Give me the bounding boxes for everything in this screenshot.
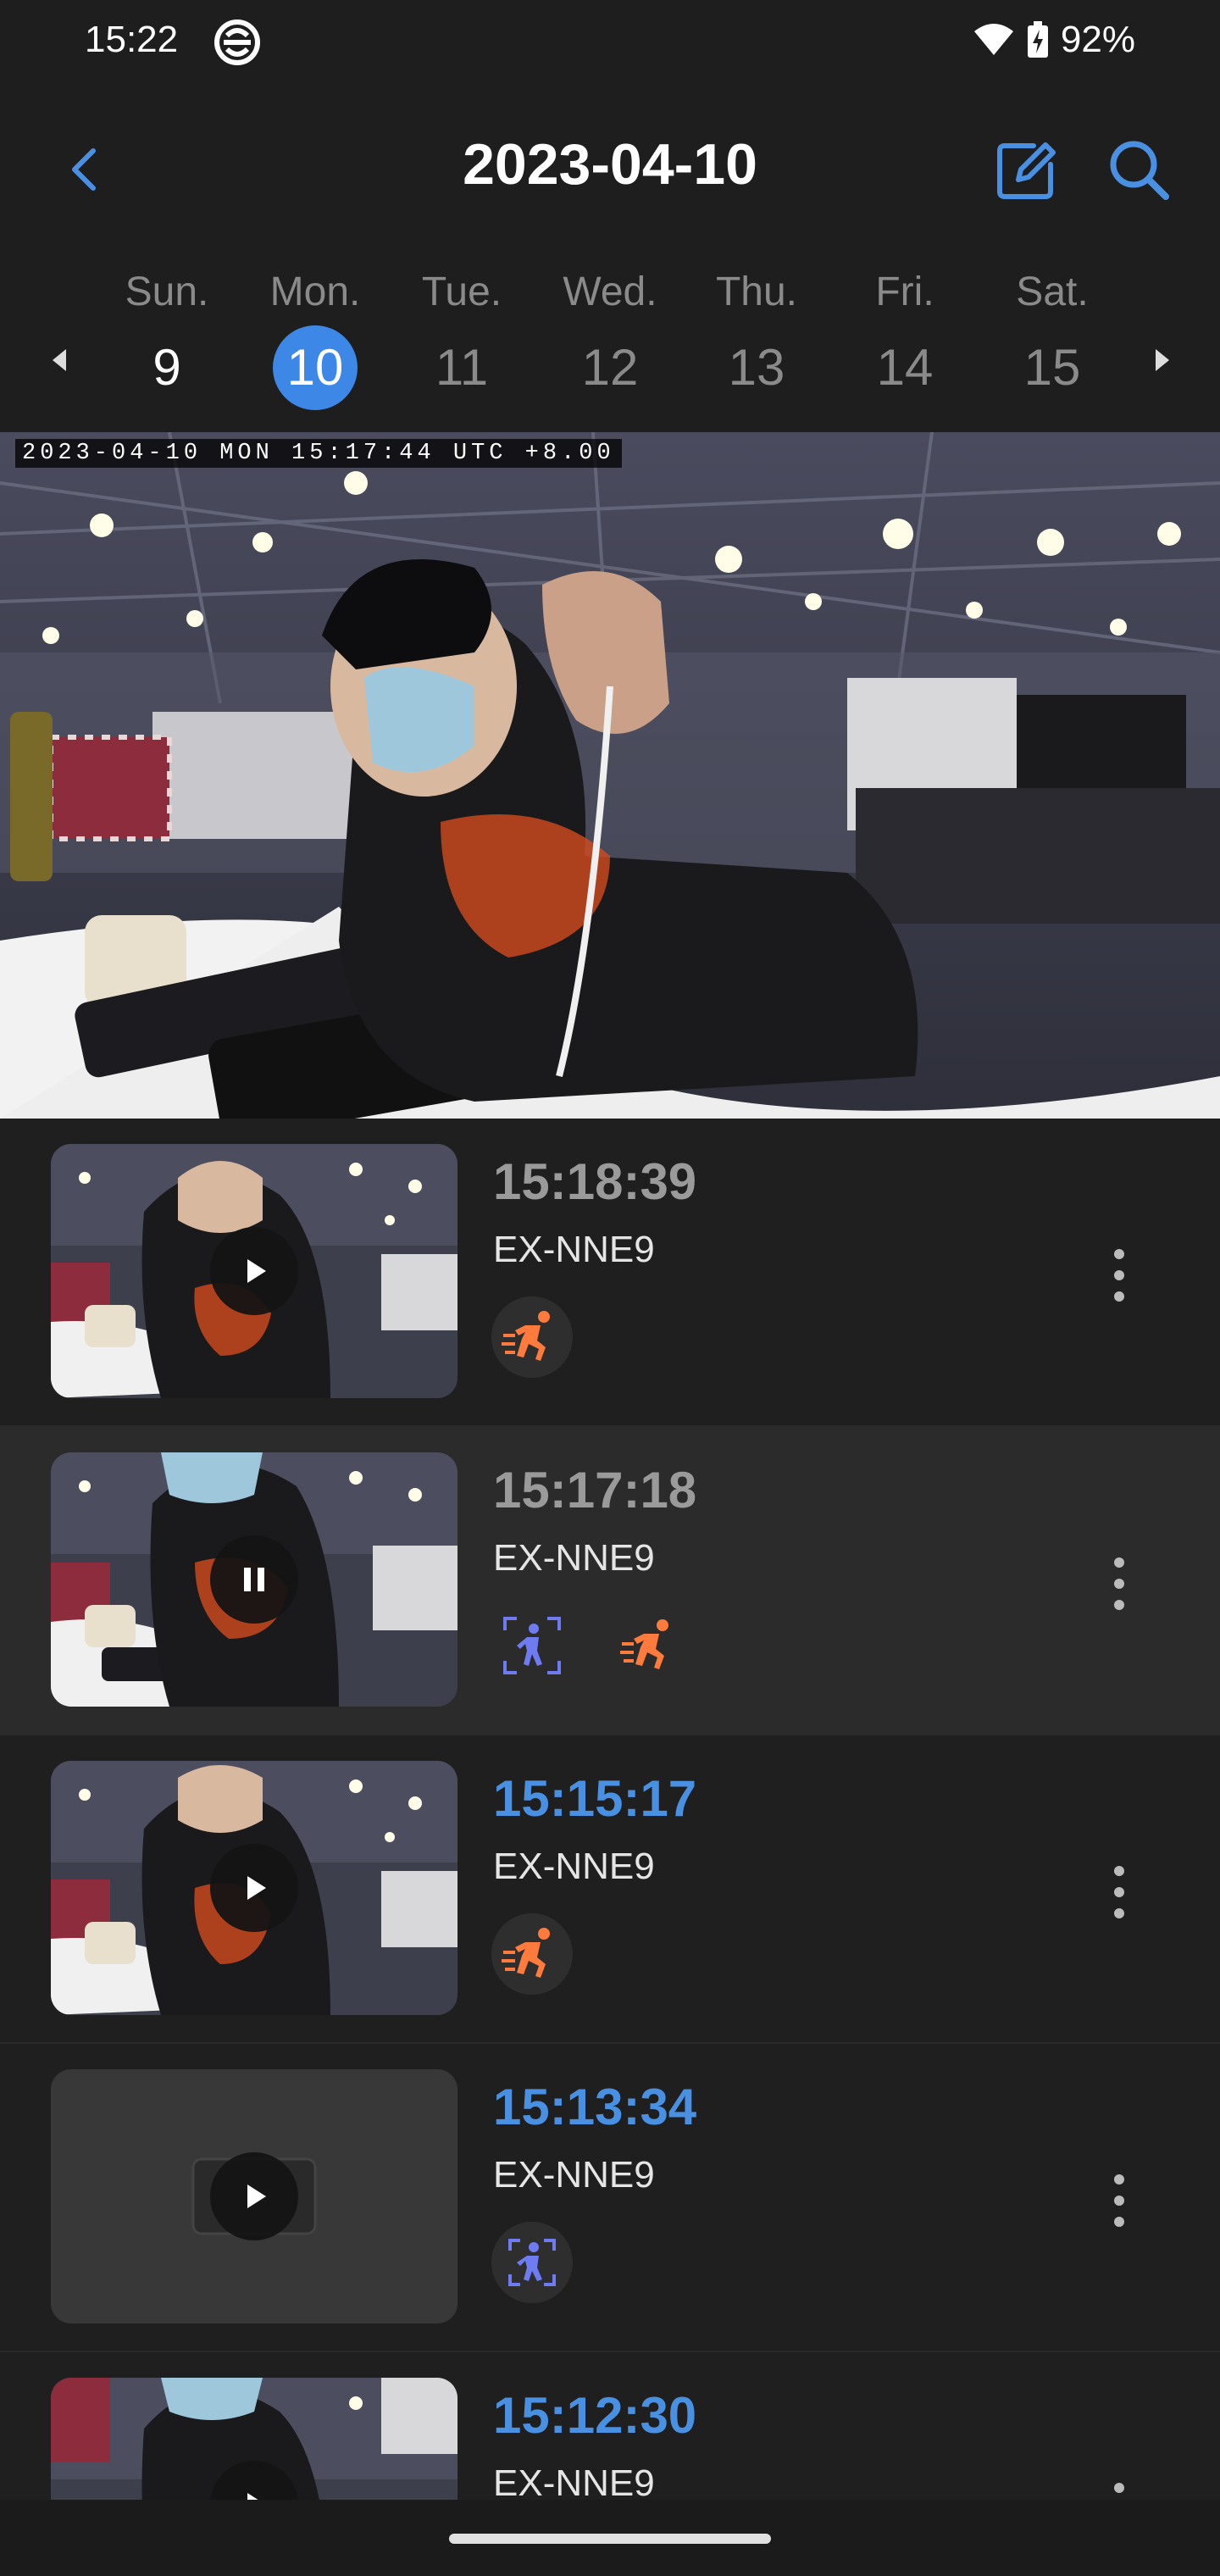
more-options-icon[interactable]: [1098, 1863, 1140, 1922]
event-time: 15:12:30: [493, 2387, 697, 2444]
event-time: 15:15:17: [493, 1770, 697, 1827]
event-device-name: EX-NNE9: [493, 1229, 655, 1270]
more-options-icon[interactable]: [1098, 2479, 1140, 2500]
event-thumbnail[interactable]: [51, 1144, 458, 1398]
human-detect-icon: [503, 1617, 561, 1674]
video-player[interactable]: 2023-04-10 MON 15:17:44 UTC +8.00: [0, 432, 1220, 1119]
day-number: 9: [152, 339, 181, 396]
event-thumbnail-placeholder[interactable]: [51, 2069, 458, 2323]
event-item[interactable]: 15:15:17 EX-NNE9: [0, 1735, 1220, 2044]
play-icon[interactable]: [210, 1844, 298, 1932]
more-options-icon[interactable]: [1098, 1246, 1140, 1305]
day-mon[interactable]: Mon. 10: [252, 263, 379, 410]
day-name: Sun.: [125, 269, 209, 314]
next-week-icon[interactable]: [1156, 349, 1169, 371]
day-number: 11: [435, 339, 489, 396]
more-options-icon[interactable]: [1098, 2171, 1140, 2230]
event-device-name: EX-NNE9: [493, 2462, 655, 2500]
day-name: Thu.: [715, 269, 798, 314]
battery-level: 92%: [1060, 19, 1135, 60]
play-icon[interactable]: [210, 2152, 298, 2240]
day-number: 15: [1023, 339, 1081, 396]
day-thu[interactable]: Thu. 13: [693, 263, 820, 410]
status-bar: 15:22 92%: [0, 0, 1220, 85]
home-gesture-handle[interactable]: [449, 2534, 771, 2544]
system-navigation-bar: [0, 2500, 1220, 2576]
pause-icon[interactable]: [210, 1535, 298, 1624]
event-device-name: EX-NNE9: [493, 1846, 655, 1887]
day-name: Tue.: [421, 269, 502, 314]
camera-feed-image: [0, 432, 1220, 1119]
top-app-bar: 2023-04-10: [0, 85, 1220, 254]
day-fri[interactable]: Fri. 14: [841, 263, 968, 410]
day-name: Fri.: [875, 269, 934, 314]
event-item[interactable]: 15:12:30 EX-NNE9: [0, 2352, 1220, 2500]
day-tue[interactable]: Tue. 11: [398, 263, 525, 410]
play-icon[interactable]: [210, 1227, 298, 1315]
day-sat[interactable]: Sat. 15: [989, 263, 1116, 410]
event-thumbnail[interactable]: [51, 1761, 458, 2015]
motion-icon: [491, 1296, 573, 1378]
day-name: Sat.: [1016, 269, 1089, 314]
day-wed[interactable]: Wed. 12: [546, 263, 674, 410]
battery-charging-icon: [1027, 21, 1048, 58]
week-selector: Sun. 9 Mon. 10 Tue. 11 Wed. 12 Thu. 13 F…: [0, 254, 1220, 432]
day-number: 14: [876, 339, 934, 396]
event-time: 15:13:34: [493, 2079, 697, 2135]
motion-icon: [620, 1619, 668, 1669]
event-device-name: EX-NNE9: [493, 1537, 655, 1579]
event-list: 15:18:39 EX-NNE9 15:17:18 EX-NNE9 15:15:…: [0, 1119, 1220, 2500]
motion-icon: [491, 1913, 573, 1995]
event-item[interactable]: 15:13:34 EX-NNE9: [0, 2044, 1220, 2352]
event-device-name: EX-NNE9: [493, 2154, 655, 2196]
day-name: Mon.: [269, 269, 361, 314]
event-thumbnail[interactable]: [51, 2378, 458, 2500]
day-name: Wed.: [563, 269, 657, 314]
video-timestamp-overlay: 2023-04-10 MON 15:17:44 UTC +8.00: [15, 439, 622, 468]
search-icon[interactable]: [1105, 136, 1173, 203]
more-options-icon[interactable]: [1098, 1554, 1140, 1613]
wifi-icon: [973, 24, 1013, 55]
human-detect-icon: [491, 2222, 573, 2303]
edit-icon[interactable]: [993, 136, 1061, 203]
app-notification-icon: [214, 19, 260, 65]
event-time: 15:18:39: [493, 1153, 697, 1210]
event-item[interactable]: 15:18:39 EX-NNE9: [0, 1119, 1220, 1427]
selected-day-number: 10: [273, 325, 358, 410]
previous-week-icon[interactable]: [53, 349, 66, 371]
status-time: 15:22: [85, 19, 179, 60]
day-number: 12: [581, 339, 639, 396]
event-thumbnail[interactable]: [51, 1452, 458, 1707]
event-time: 15:17:18: [493, 1462, 697, 1518]
status-indicators: 92%: [973, 19, 1135, 61]
day-number: 13: [728, 339, 785, 396]
event-item-selected[interactable]: 15:17:18 EX-NNE9: [0, 1427, 1220, 1735]
day-sun[interactable]: Sun. 9: [103, 263, 230, 410]
